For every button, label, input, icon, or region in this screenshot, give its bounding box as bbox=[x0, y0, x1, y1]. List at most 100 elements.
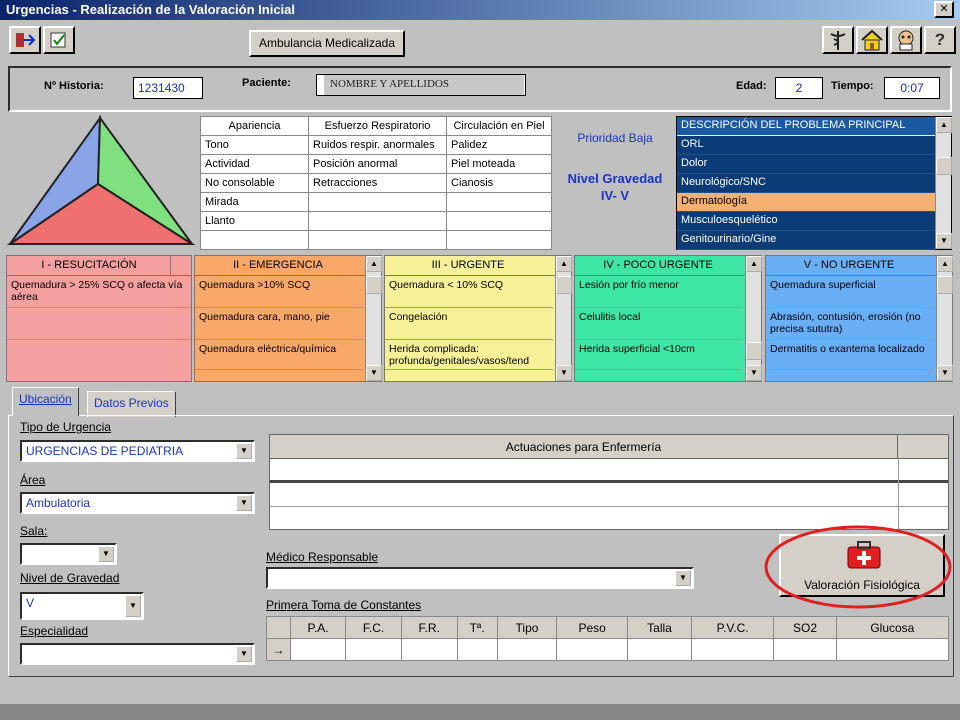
constantes-table[interactable]: P.A. F.C. F.R. Tª. Tipo Peso Talla P.V.C… bbox=[266, 616, 950, 661]
medico-select[interactable]: ▼ bbox=[266, 567, 694, 589]
actuaciones-row[interactable] bbox=[270, 483, 948, 507]
scroll-down-icon[interactable]: ▼ bbox=[556, 365, 572, 381]
category-item[interactable]: Quemadura cara, mano, pie bbox=[195, 308, 363, 340]
doctor-icon[interactable] bbox=[890, 26, 922, 54]
cell[interactable]: Actividad bbox=[200, 154, 309, 174]
area-select[interactable]: Ambulatoria ▼ bbox=[20, 492, 255, 514]
scroll-thumb[interactable] bbox=[556, 276, 572, 294]
chevron-down-icon[interactable]: ▼ bbox=[236, 495, 252, 511]
cell[interactable] bbox=[200, 230, 309, 250]
category-item[interactable]: Quemadura < 10% SCQ bbox=[385, 276, 553, 308]
cell[interactable] bbox=[446, 192, 552, 212]
category-scrollbar[interactable]: ▲ ▼ bbox=[936, 256, 953, 381]
edad-field[interactable]: 2 bbox=[775, 77, 823, 99]
category-scrollbar[interactable]: ▲ ▼ bbox=[745, 256, 762, 381]
cell-pa[interactable] bbox=[289, 638, 347, 661]
problem-item-selected[interactable]: Dermatología bbox=[677, 193, 935, 212]
chevron-down-icon[interactable]: ▼ bbox=[98, 546, 114, 562]
help-icon[interactable]: ? bbox=[924, 26, 956, 54]
category-resucitacion[interactable]: I - RESUCITACIÓN Quemadura > 25% SCQ o a… bbox=[6, 255, 192, 382]
problem-item[interactable]: Genitourinario/Gine bbox=[677, 231, 935, 250]
scroll-down-icon[interactable]: ▼ bbox=[746, 365, 762, 381]
category-poco-urgente[interactable]: IV - POCO URGENTE Lesión por frío menor … bbox=[574, 255, 762, 382]
cell[interactable]: No consolable bbox=[200, 173, 309, 193]
chevron-down-icon[interactable]: ▼ bbox=[236, 646, 252, 662]
category-no-urgente[interactable]: V - NO URGENTE Quemadura superficial Abr… bbox=[765, 255, 953, 382]
cell[interactable]: Tono bbox=[200, 135, 309, 155]
category-scrollbar[interactable]: ▲ ▼ bbox=[365, 256, 382, 381]
especialidad-select[interactable]: ▼ bbox=[20, 643, 255, 665]
cell[interactable] bbox=[308, 230, 447, 250]
cell[interactable]: Piel moteada bbox=[446, 154, 552, 174]
category-item[interactable]: Abrasión, contusión, erosión (no precisa… bbox=[766, 308, 934, 340]
chevron-down-icon[interactable]: ▼ bbox=[236, 443, 252, 459]
cell-glucosa[interactable] bbox=[835, 638, 950, 661]
scroll-up-icon[interactable]: ▲ bbox=[937, 256, 953, 272]
nivel-gravedad-select[interactable]: V ▼ bbox=[20, 592, 144, 620]
ambulancia-button[interactable]: Ambulancia Medicalizada bbox=[249, 30, 405, 57]
category-item[interactable]: Quemadura eléctrica/química bbox=[195, 340, 363, 370]
category-scrollbar[interactable]: ▲ ▼ bbox=[555, 256, 572, 381]
category-item[interactable]: Lesión por frío menor bbox=[575, 276, 743, 308]
category-item[interactable] bbox=[7, 308, 191, 340]
cell-pvc[interactable] bbox=[690, 638, 775, 661]
problem-item[interactable]: ORL bbox=[677, 136, 935, 155]
caduceus-icon[interactable] bbox=[822, 26, 854, 54]
cell-talla[interactable] bbox=[626, 638, 693, 661]
category-item[interactable]: Quemadura superficial bbox=[766, 276, 934, 308]
home-icon[interactable] bbox=[856, 26, 888, 54]
problem-item[interactable]: Musculoesquelético bbox=[677, 212, 935, 231]
close-button[interactable]: ✕ bbox=[934, 1, 954, 18]
chevron-down-icon[interactable]: ▼ bbox=[125, 595, 141, 617]
tab-datos-previos[interactable]: Datos Previos bbox=[87, 391, 176, 417]
category-urgente[interactable]: III - URGENTE Quemadura < 10% SCQ Congel… bbox=[384, 255, 572, 382]
problem-item[interactable]: Neurológico/SNC bbox=[677, 174, 935, 193]
cell-so2[interactable] bbox=[773, 638, 837, 661]
category-item[interactable]: Dermatitis o exantema localizado bbox=[766, 340, 934, 370]
cell-fc[interactable] bbox=[345, 638, 402, 661]
category-item[interactable] bbox=[7, 340, 191, 372]
cell[interactable] bbox=[308, 211, 447, 231]
scroll-down-icon[interactable]: ▼ bbox=[366, 365, 382, 381]
cell-fr[interactable] bbox=[400, 638, 458, 661]
check-icon[interactable] bbox=[43, 26, 75, 54]
cell[interactable] bbox=[446, 211, 552, 231]
cell[interactable]: Llanto bbox=[200, 211, 309, 231]
cell[interactable]: Palidez bbox=[446, 135, 552, 155]
category-item[interactable]: Quemadura > 25% SCQ o afecta vía aérea bbox=[7, 276, 191, 308]
scroll-up-icon[interactable]: ▲ bbox=[366, 256, 382, 272]
scroll-up-icon[interactable]: ▲ bbox=[556, 256, 572, 272]
category-emergencia[interactable]: II - EMERGENCIA Quemadura >10% SCQ Quema… bbox=[194, 255, 382, 382]
cell[interactable]: Retracciones bbox=[308, 173, 447, 193]
sala-select[interactable]: ▼ bbox=[20, 543, 117, 565]
scroll-thumb[interactable] bbox=[746, 342, 762, 360]
problem-list[interactable]: DESCRIPCIÓN DEL PROBLEMA PRINCIPAL ORL D… bbox=[676, 116, 952, 250]
tab-ubicacion[interactable]: Ubicación bbox=[12, 387, 79, 416]
cell[interactable] bbox=[446, 230, 552, 250]
scroll-thumb[interactable] bbox=[936, 157, 952, 175]
scroll-thumb[interactable] bbox=[937, 276, 953, 294]
category-item[interactable]: Congelación bbox=[385, 308, 553, 340]
cell[interactable]: Ruidos respir. anormales bbox=[308, 135, 447, 155]
category-item[interactable]: Quemadura >10% SCQ bbox=[195, 276, 363, 308]
tiempo-field[interactable]: 0:07 bbox=[884, 77, 940, 99]
cell[interactable]: Posición anormal bbox=[308, 154, 447, 174]
category-item[interactable]: Herida complicada: profunda/genitales/va… bbox=[385, 340, 553, 370]
problem-item[interactable]: Dolor bbox=[677, 155, 935, 174]
problem-list-scrollbar[interactable]: ▲ ▼ bbox=[935, 117, 952, 249]
scroll-down-icon[interactable]: ▼ bbox=[936, 233, 952, 249]
scroll-thumb[interactable] bbox=[366, 276, 382, 294]
chevron-down-icon[interactable]: ▼ bbox=[675, 570, 691, 586]
cell-temp[interactable] bbox=[456, 638, 498, 661]
exit-icon[interactable] bbox=[9, 26, 41, 54]
cell[interactable]: Cianosis bbox=[446, 173, 552, 193]
tipo-urgencia-select[interactable]: URGENCIAS DE PEDIATRIA ▼ bbox=[20, 440, 255, 462]
historia-field[interactable]: 1231430 bbox=[133, 77, 203, 99]
category-item[interactable]: Celulitis local bbox=[575, 308, 743, 340]
scroll-up-icon[interactable]: ▲ bbox=[936, 117, 952, 133]
actuaciones-row[interactable] bbox=[270, 459, 948, 483]
cell-peso[interactable] bbox=[556, 638, 628, 661]
cell[interactable]: Mirada bbox=[200, 192, 309, 212]
actuaciones-table[interactable]: Actuaciones para Enfermería bbox=[269, 434, 949, 531]
scroll-down-icon[interactable]: ▼ bbox=[937, 365, 953, 381]
